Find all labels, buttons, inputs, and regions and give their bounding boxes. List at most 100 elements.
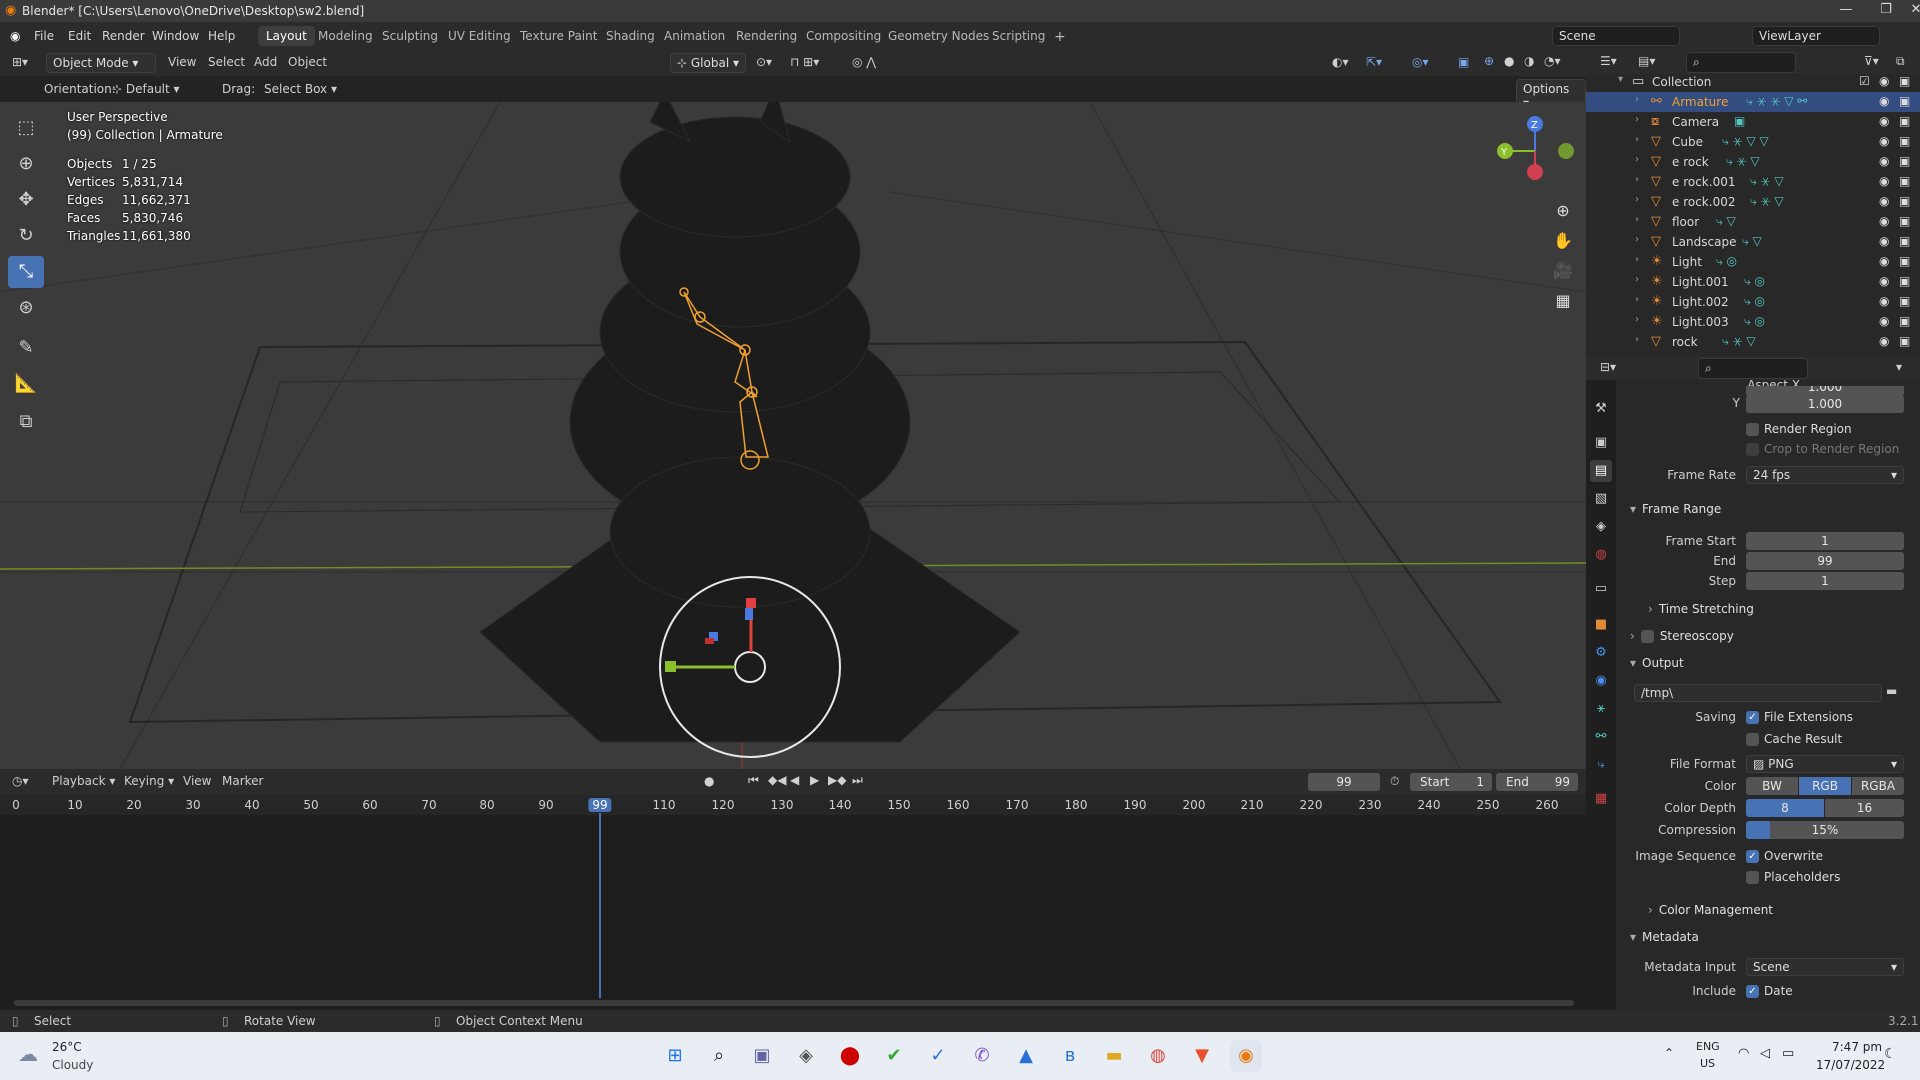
tray-overflow-icon[interactable]: ⌃	[1664, 1046, 1674, 1060]
outliner-item[interactable]: › ▽ Landscape ⤷ ▽ ◉ ▣	[1586, 232, 1920, 252]
menu-select[interactable]: Select	[208, 55, 245, 69]
render-tab-icon[interactable]: ▣	[1590, 432, 1612, 454]
outliner-item[interactable]: › ▽ Cube ⤷ ⚹ ▽ ▽ ◉ ▣	[1586, 132, 1920, 152]
editor-type-icon[interactable]: ⊞▾	[12, 55, 28, 69]
menu-marker[interactable]: Marker	[222, 774, 263, 788]
file-format-dropdown[interactable]: ▨ PNG ▾	[1746, 755, 1904, 773]
close-icon[interactable]: ✕	[1896, 2, 1920, 17]
crop-region-checkbox[interactable]	[1746, 443, 1759, 456]
timeline-editor-icon[interactable]: ◷▾	[12, 774, 29, 788]
texture-tab-icon[interactable]: ▦	[1590, 788, 1612, 810]
clock-date[interactable]: 17/07/2022	[1816, 1058, 1885, 1072]
transform-tool-icon[interactable]: ⊛	[8, 292, 44, 324]
move-tool-icon[interactable]: ✥	[8, 184, 44, 216]
menu-file[interactable]: File	[34, 29, 54, 43]
tab-modeling[interactable]: Modeling	[310, 26, 381, 46]
output-path-input[interactable]: /tmp\	[1634, 684, 1882, 702]
visibility-icon[interactable]: ◐▾	[1332, 55, 1349, 69]
tab-shading[interactable]: Shading	[598, 26, 663, 46]
menu-window[interactable]: Window	[152, 29, 199, 43]
scene-tab-icon[interactable]: ◈	[1590, 516, 1612, 538]
3d-viewport[interactable]: Z Y	[0, 102, 1586, 769]
menu-add[interactable]: Add	[254, 55, 277, 69]
weather-desc[interactable]: Cloudy	[52, 1058, 93, 1072]
outliner[interactable]: ☰▾ ▤▾ ⌕ ⊽▾ ⧉ ▾ ▭ Collection ☑ ◉ ▣ › ⚯ Arm…	[1586, 50, 1920, 356]
tab-texture-paint[interactable]: Texture Paint	[512, 26, 605, 46]
app-icon[interactable]: ◈	[790, 1040, 822, 1072]
tab-rendering[interactable]: Rendering	[728, 26, 805, 46]
tab-compositing[interactable]: Compositing	[798, 26, 889, 46]
tab-sculpting[interactable]: Sculpting	[374, 26, 446, 46]
app-green-icon[interactable]: ✔	[878, 1040, 910, 1072]
blender-taskbar-icon[interactable]: ◉	[1230, 1040, 1262, 1072]
minimize-icon[interactable]: —	[1826, 2, 1866, 17]
playhead-label[interactable]: 99	[588, 798, 612, 812]
outliner-item[interactable]: › ▽ rock ⤷ ⚹ ▽ ◉ ▣	[1586, 332, 1920, 352]
add-workspace-icon[interactable]: +	[1046, 26, 1074, 46]
play-reverse-icon[interactable]: ◀	[790, 773, 799, 787]
orientation-dropdown[interactable]: ⊹ Default ▾	[112, 82, 180, 96]
render-region-checkbox[interactable]	[1746, 423, 1759, 436]
todo-icon[interactable]: ✓	[922, 1040, 954, 1072]
mode-dropdown[interactable]: Object Mode ▾	[46, 53, 156, 73]
material-shading-icon[interactable]: ◑	[1524, 54, 1534, 68]
zoom-icon[interactable]: ⊕	[1548, 196, 1578, 226]
teams-chat-icon[interactable]: ▣	[746, 1040, 778, 1072]
viber-icon[interactable]: ✆	[966, 1040, 998, 1072]
output-tab-icon[interactable]: ▤	[1590, 460, 1612, 482]
solid-shading-icon[interactable]: ●	[1504, 54, 1514, 68]
folder-icon[interactable]: ▬	[1886, 684, 1897, 698]
viewlayer-selector[interactable]: ViewLayer	[1752, 26, 1880, 46]
xray-icon[interactable]: ▣	[1458, 55, 1469, 69]
properties-search-input[interactable]: ⌕	[1698, 358, 1808, 379]
properties-options-icon[interactable]: ▾	[1896, 360, 1902, 374]
playhead-line[interactable]	[599, 813, 601, 998]
tab-animation[interactable]: Animation	[656, 26, 733, 46]
outliner-search-input[interactable]: ⌕	[1686, 52, 1796, 73]
view-layer-tab-icon[interactable]: ▧	[1590, 488, 1612, 510]
end-frame-field[interactable]: End 99	[1496, 773, 1578, 791]
menu-view-timeline[interactable]: View	[183, 774, 211, 788]
proportional-edit-icon[interactable]: ◎ ⋀	[852, 55, 876, 69]
menu-render[interactable]: Render	[102, 29, 145, 43]
next-keyframe-icon[interactable]: ▶◆	[828, 773, 846, 787]
compression-slider[interactable]: 15%	[1746, 821, 1904, 839]
display-mode-icon[interactable]: ▤▾	[1638, 54, 1655, 68]
prev-keyframe-icon[interactable]: ◆◀	[768, 773, 786, 787]
jump-start-icon[interactable]: ⏮	[748, 773, 759, 788]
stereoscopy-panel[interactable]: › Stereoscopy	[1630, 629, 1734, 643]
output-panel[interactable]: ▾ Output	[1630, 656, 1684, 670]
clock-time[interactable]: 7:47 pm	[1832, 1040, 1882, 1054]
battery-icon[interactable]: ▭	[1782, 1046, 1794, 1061]
properties-editor-icon[interactable]: ⊟▾	[1600, 360, 1616, 374]
menu-help[interactable]: Help	[208, 29, 235, 43]
new-collection-icon[interactable]: ⧉	[1896, 54, 1905, 69]
language-label[interactable]: ENG	[1696, 1040, 1720, 1053]
color-management-panel[interactable]: › Color Management	[1648, 903, 1773, 917]
frame-range-panel[interactable]: ▾ Frame Range	[1630, 502, 1721, 516]
gizmo-icon[interactable]: ⇱▾	[1366, 55, 1382, 69]
menu-view[interactable]: View	[168, 55, 196, 69]
blender-menu-icon[interactable]: ◉	[10, 29, 20, 43]
physics-tab-icon[interactable]: ◉	[1590, 670, 1612, 692]
weather-temp[interactable]: 26°C	[52, 1040, 82, 1054]
data-tab-icon[interactable]: ⚯	[1590, 726, 1612, 748]
color-rgba-button[interactable]: RGBA	[1852, 777, 1904, 795]
frame-rate-dropdown[interactable]: 24 fps ▾	[1746, 466, 1904, 484]
wireframe-shading-icon[interactable]: ⊕	[1484, 54, 1494, 68]
outliner-editor-icon[interactable]: ☰▾	[1600, 54, 1617, 68]
file-extensions-checkbox[interactable]: ✓	[1746, 711, 1759, 724]
scale-tool-icon[interactable]: ⤡	[8, 256, 44, 288]
photos-icon[interactable]: ▲	[1010, 1040, 1042, 1072]
metadata-input-dropdown[interactable]: Scene ▾	[1746, 958, 1904, 976]
transform-orientation-dropdown[interactable]: ⊹ Global ▾	[670, 53, 746, 73]
outliner-item[interactable]: › ▽ floor ⤷ ▽ ◉ ▣	[1586, 212, 1920, 232]
recorder-icon[interactable]: ⬤	[834, 1040, 866, 1072]
timeline-area[interactable]: 0 10 20 30 40 50 60 70 80 90 99 110 120 …	[0, 795, 1586, 1020]
frame-ruler[interactable]: 0 10 20 30 40 50 60 70 80 90 99 110 120 …	[0, 795, 1586, 815]
outliner-item[interactable]: › ▽ e rock.001 ⤷ ⚹ ▽ ◉ ▣	[1586, 172, 1920, 192]
outliner-item[interactable]: › ▽ e rock ⤷ ⚹ ▽ ◉ ▣	[1586, 152, 1920, 172]
start-frame-field[interactable]: Start 1	[1410, 773, 1492, 791]
search-icon[interactable]: ⌕	[703, 1040, 735, 1072]
brave-icon[interactable]: ▼	[1186, 1040, 1218, 1072]
